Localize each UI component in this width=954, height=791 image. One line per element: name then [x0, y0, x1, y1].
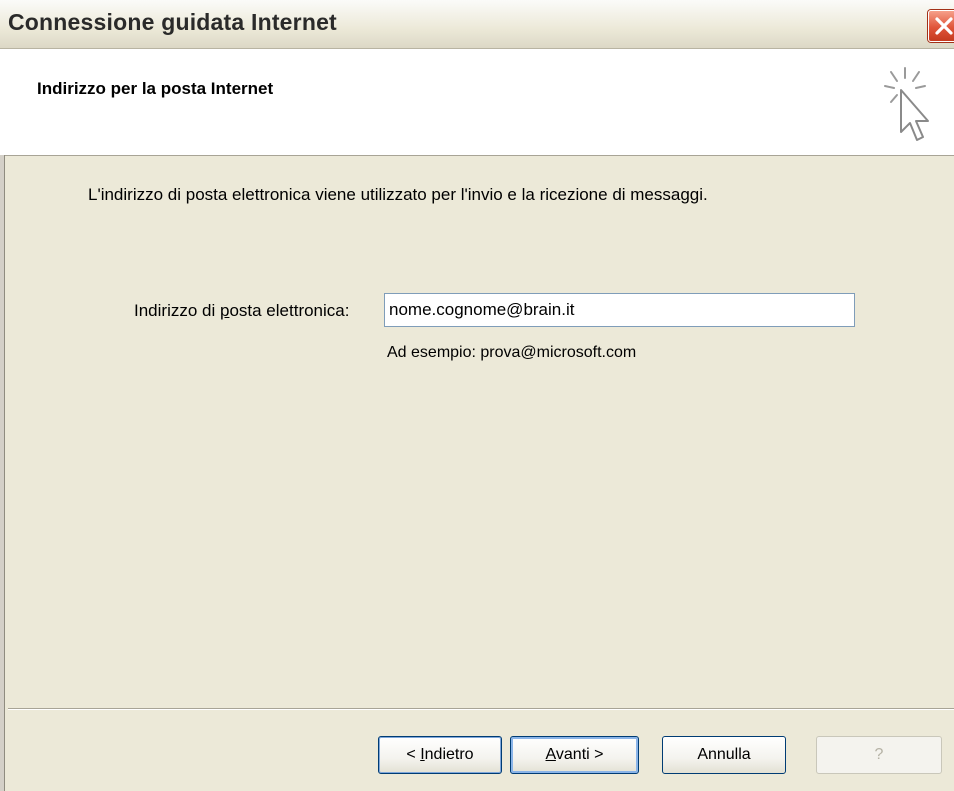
- cancel-button[interactable]: Annulla: [662, 736, 786, 774]
- instruction-text: L'indirizzo di posta elettronica viene u…: [88, 185, 708, 204]
- close-button[interactable]: [928, 10, 954, 42]
- email-label: Indirizzo di posta elettronica:: [134, 301, 350, 320]
- page-title: Indirizzo per la posta Internet: [37, 79, 274, 98]
- email-input[interactable]: [384, 293, 855, 327]
- title-bar[interactable]: Connessione guidata Internet: [0, 0, 954, 49]
- close-icon: [935, 17, 953, 35]
- button-separator: [8, 708, 954, 710]
- wizard-cursor-icon: [884, 67, 929, 141]
- window-left-edge: [0, 155, 5, 791]
- next-button[interactable]: Avanti >: [510, 736, 639, 774]
- back-button[interactable]: < Indietro: [378, 736, 502, 774]
- example-hint: Ad esempio: prova@microsoft.com: [387, 344, 637, 361]
- window-title: Connessione guidata Internet: [8, 9, 337, 35]
- help-button[interactable]: ?: [816, 736, 942, 774]
- wizard-header: Indirizzo per la posta Internet: [0, 49, 954, 156]
